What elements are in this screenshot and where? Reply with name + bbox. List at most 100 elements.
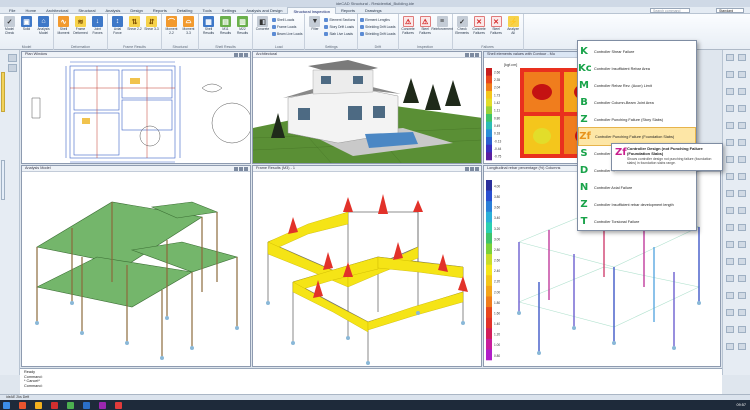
layers-panel-tab[interactable]: [1, 160, 5, 200]
solid-button[interactable]: ▣ Solid: [19, 16, 34, 32]
side-tool-icon[interactable]: [738, 71, 746, 78]
viewport-render[interactable]: Architectural: [252, 51, 482, 164]
side-tool-icon[interactable]: [738, 326, 746, 333]
side-tool-icon[interactable]: [738, 258, 746, 265]
side-tool-icon[interactable]: [738, 309, 746, 316]
tab-design[interactable]: Design: [125, 7, 147, 14]
start-icon[interactable]: [3, 401, 10, 409]
viewport-plan[interactable]: Plan Window: [21, 51, 251, 164]
side-tool-icon[interactable]: [738, 122, 746, 129]
tab-home[interactable]: Home: [20, 7, 41, 14]
controller-menu-item[interactable]: T Controller Torsional Failure: [578, 212, 696, 231]
side-tool-icon[interactable]: [726, 88, 734, 95]
side-tool-icon[interactable]: [738, 343, 746, 350]
tab-structural[interactable]: Structural: [73, 7, 100, 14]
beam-live-loads-option[interactable]: Beam Live Loads: [272, 31, 302, 37]
side-tool-icon[interactable]: [726, 292, 734, 299]
tab-tools[interactable]: Tools: [197, 7, 216, 14]
m22-results-button[interactable]: ▥ M22 Results: [235, 16, 250, 35]
frame-deformed-button[interactable]: ≋ Frame Deformed: [73, 16, 88, 35]
app-icon[interactable]: [19, 401, 26, 409]
tab-settings[interactable]: Settings: [217, 7, 241, 14]
zoom-tool-icon[interactable]: [8, 64, 17, 72]
tab-analysis-and-design[interactable]: Analysis and Design: [241, 7, 287, 14]
side-tool-icon[interactable]: [726, 71, 734, 78]
side-tool-icon[interactable]: [738, 190, 746, 197]
joint-forces-button[interactable]: ↓ Joint Forces: [90, 16, 105, 35]
analyze-all-button[interactable]: ⚡ Analyze All: [506, 16, 521, 35]
side-tool-icon[interactable]: [726, 156, 734, 163]
side-tool-icon[interactable]: [738, 139, 746, 146]
concrete-failures-button[interactable]: ✕ Concrete Failures: [472, 16, 487, 35]
command-line[interactable]: Ready Command: * Cancel* Command:: [20, 368, 722, 394]
search-input[interactable]: Search command: [650, 7, 690, 13]
side-tool-icon[interactable]: [726, 190, 734, 197]
side-tool-icon[interactable]: [726, 105, 734, 112]
viewport-analysis-model[interactable]: Analysis Model: [21, 165, 251, 367]
axial-force-button[interactable]: ↕ Axial Force: [110, 16, 125, 35]
shielding-drift-loads-option[interactable]: Shielding Drift Loads: [360, 24, 396, 30]
check-elements-button[interactable]: ✓ Check Elements: [455, 16, 470, 35]
select-tool-icon[interactable]: [8, 54, 17, 62]
side-tool-icon[interactable]: [726, 122, 734, 129]
concrete-failures-button[interactable]: ⚠ Concrete Failures: [401, 16, 416, 35]
side-tool-icon[interactable]: [738, 275, 746, 282]
side-tool-icon[interactable]: [726, 258, 734, 265]
side-tool-icon[interactable]: [738, 54, 746, 61]
story-drift-loads-option[interactable]: Story Drift Loads: [324, 24, 355, 30]
app-icon-4[interactable]: [99, 401, 106, 409]
slab-live-loads-option[interactable]: Slab Live Loads: [324, 31, 355, 37]
tab-reports[interactable]: Reports: [148, 7, 172, 14]
viewport-frame-results[interactable]: Frame Results (M3) - 1: [252, 165, 482, 367]
reinforcement-button[interactable]: ≡ Reinforcement: [431, 16, 453, 32]
filter-button[interactable]: ▼ Filter: [307, 16, 322, 32]
side-tool-icon[interactable]: [726, 139, 734, 146]
analysis-model-button[interactable]: ⌂ Analysis Model: [36, 16, 51, 35]
side-tool-icon[interactable]: [738, 241, 746, 248]
m11-results-button[interactable]: ▤ M11 Results: [218, 16, 233, 35]
steel-failures-button[interactable]: ✕ Steel Failures: [489, 16, 504, 35]
app-icon-2[interactable]: [67, 401, 74, 409]
element-sections-option[interactable]: Element Sections: [324, 17, 355, 23]
tab-structural-inspection[interactable]: Structural Inspection: [287, 6, 336, 14]
shear-3-3-button[interactable]: ⇵ Shear 3-3: [144, 16, 159, 32]
tab-architectural[interactable]: Architectural: [41, 7, 73, 14]
browser-icon[interactable]: [51, 401, 58, 409]
tab-drawings[interactable]: Drawings: [360, 7, 387, 14]
side-tool-icon[interactable]: [738, 105, 746, 112]
side-tool-icon[interactable]: [726, 207, 734, 214]
tab-reports[interactable]: Reports: [336, 7, 360, 14]
side-tool-icon[interactable]: [726, 309, 734, 316]
folder-icon[interactable]: [35, 401, 42, 409]
side-tool-icon[interactable]: [738, 173, 746, 180]
side-tool-icon[interactable]: [726, 241, 734, 248]
moment-2-2-button[interactable]: ⌒ Moment 2-2: [164, 16, 179, 35]
side-tool-icon[interactable]: [738, 88, 746, 95]
shear-2-2-button[interactable]: ⇅ Shear 2-2: [127, 16, 142, 32]
side-tool-icon[interactable]: [726, 326, 734, 333]
properties-panel-tab[interactable]: [1, 72, 5, 112]
element-lengths-option[interactable]: Element Lengths: [360, 17, 395, 23]
steel-failures-button[interactable]: ⚠ Steel Failures: [418, 16, 433, 35]
shell-moment-button[interactable]: ∿ Shell Moment: [56, 16, 71, 35]
standard-select[interactable]: Standard: [716, 7, 744, 13]
side-tool-icon[interactable]: [726, 224, 734, 231]
side-tool-icon[interactable]: [726, 275, 734, 282]
frame-loads-option[interactable]: Frame Loads: [272, 24, 302, 30]
tab-analysis[interactable]: Analysis: [100, 7, 125, 14]
side-tool-icon[interactable]: [738, 156, 746, 163]
tab-file[interactable]: File: [4, 7, 20, 14]
tab-detailing[interactable]: Detailing: [172, 7, 198, 14]
concrete-button[interactable]: ◧ Concrete: [255, 16, 270, 32]
moment-3-3-button[interactable]: ⌓ Moment 3-3: [181, 16, 196, 35]
side-tool-icon[interactable]: [726, 173, 734, 180]
side-tool-icon[interactable]: [738, 292, 746, 299]
shell-loads-option[interactable]: Shell Loads: [272, 17, 302, 23]
model-check-button[interactable]: ✓ Model Check: [2, 16, 17, 35]
shielding-drift-loads-option[interactable]: Shielding Drift Loads: [360, 31, 396, 37]
side-tool-icon[interactable]: [738, 207, 746, 214]
side-tool-icon[interactable]: [738, 224, 746, 231]
shell-results-button[interactable]: ▦ Shell Results: [201, 16, 216, 35]
app-icon-3[interactable]: [83, 401, 90, 409]
side-tool-icon[interactable]: [726, 54, 734, 61]
